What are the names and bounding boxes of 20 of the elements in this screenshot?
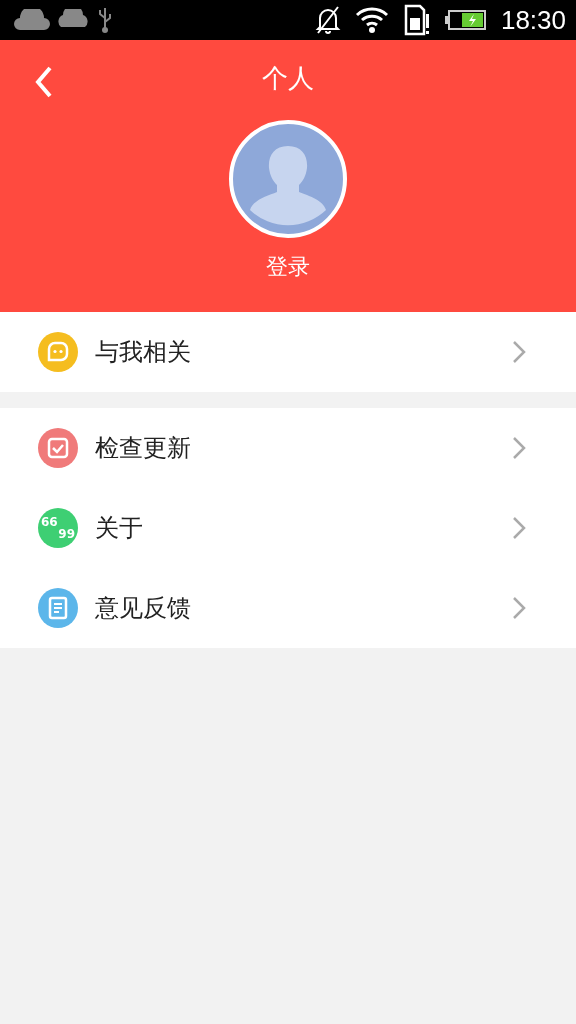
menu-item[interactable]: 意见反馈 [0, 568, 576, 648]
chevron-right-icon [512, 516, 526, 540]
wifi-icon [354, 5, 389, 35]
muted-bell-icon [314, 5, 341, 35]
chevron-right-icon [512, 596, 526, 620]
battery-icon [444, 9, 487, 31]
usb-icon [98, 6, 112, 34]
menu-item[interactable]: 66 99 关于 [0, 488, 576, 568]
avatar-icon[interactable] [229, 120, 347, 238]
checkbox-icon [38, 428, 78, 468]
chevron-right-icon [512, 340, 526, 364]
page-title: 个人 [262, 61, 314, 95]
menu-item[interactable]: 与我相关 [0, 312, 576, 392]
sim-card-icon [402, 4, 431, 36]
menu-item[interactable]: 检查更新 [0, 408, 576, 488]
number-icon: 66 99 [38, 508, 78, 548]
chevron-right-icon [512, 436, 526, 460]
chat-bubble-icon [38, 332, 78, 372]
status-time: 18:30 [500, 4, 566, 36]
document-icon [38, 588, 78, 628]
